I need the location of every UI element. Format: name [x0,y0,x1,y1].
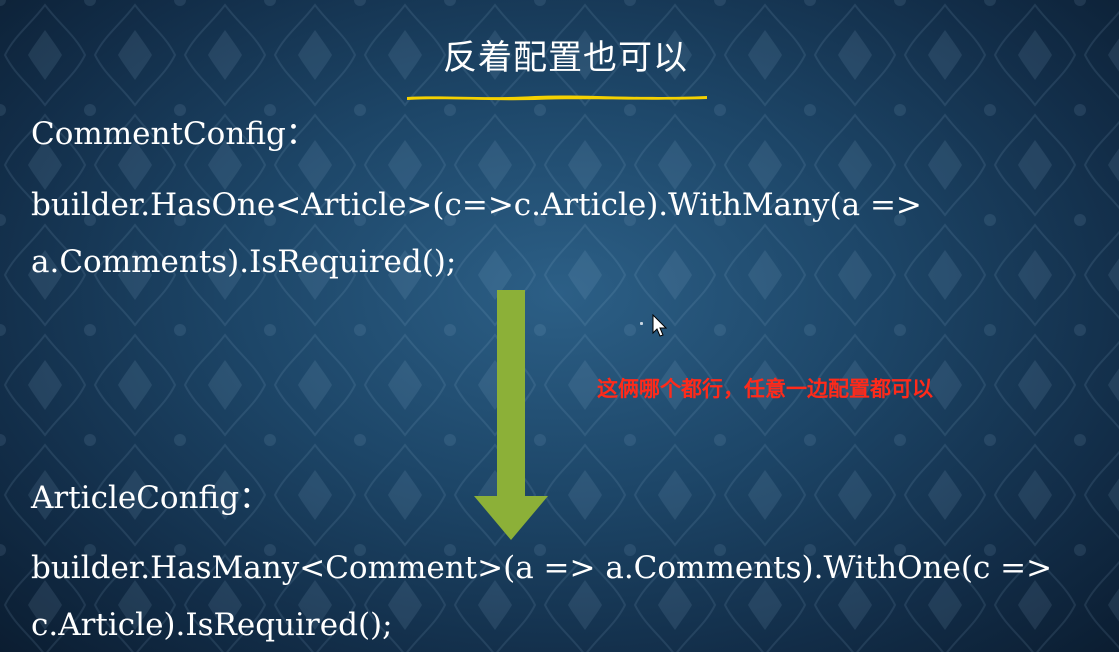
slide-title: 反着配置也可以 [443,38,688,78]
comment-config-heading: CommentConfig： [31,116,317,152]
presentation-slide: 反着配置也可以 CommentConfig： builder.HasOne<Ar… [0,0,1119,652]
small-dot-mark [640,322,643,325]
comment-config-code-line-1: builder.HasOne<Article>(c=>c.Article).Wi… [31,187,922,223]
down-arrow-icon [474,290,548,540]
comment-config-code-line-2: a.Comments).IsRequired(); [31,244,457,280]
article-config-code-line-1: builder.HasMany<Comment>(a => a.Comments… [31,550,1053,586]
red-annotation-note: 这俩哪个都行，任意一边配置都可以 [597,377,933,401]
article-config-code-line-2: c.Article).IsRequired(); [31,607,393,643]
article-config-heading: ArticleConfig： [31,480,271,516]
mouse-cursor-icon [652,314,668,337]
title-underline [407,95,707,101]
